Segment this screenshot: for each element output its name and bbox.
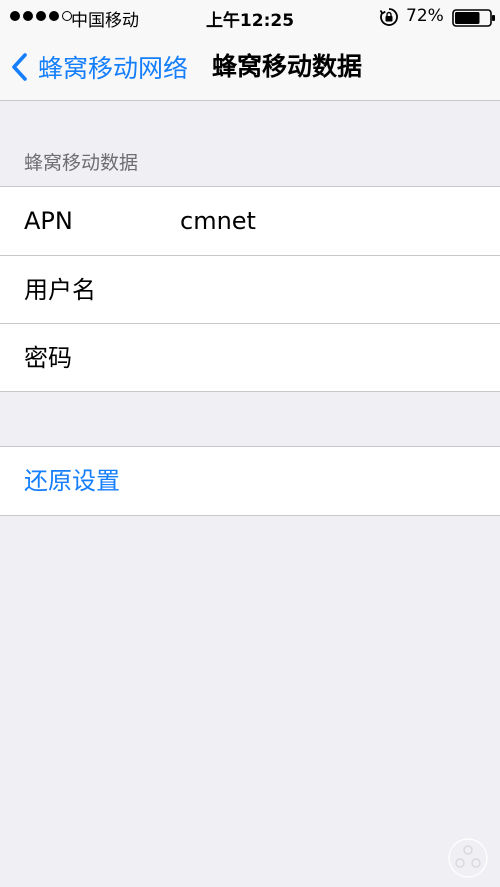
watermark-logo-icon bbox=[448, 838, 488, 878]
cellular-data-settings-group: APN cmnet 用户名 密码 bbox=[0, 186, 500, 392]
password-field[interactable] bbox=[180, 338, 480, 378]
reset-settings-group: 还原设置 bbox=[0, 446, 500, 516]
apn-row[interactable]: APN cmnet bbox=[0, 187, 500, 255]
password-label: 密码 bbox=[24, 344, 72, 372]
apn-field[interactable]: cmnet bbox=[180, 187, 256, 255]
battery-icon bbox=[452, 9, 495, 27]
navigation-bar: 蜂窝移动网络 蜂窝移动数据 bbox=[0, 34, 500, 101]
back-button[interactable]: 蜂窝移动网络 bbox=[10, 34, 188, 100]
username-row[interactable]: 用户名 bbox=[0, 255, 500, 323]
battery-percent: 72% bbox=[406, 6, 444, 26]
section-header: 蜂窝移动数据 bbox=[24, 152, 139, 174]
status-bar: 中国移动 上午12:25 72% bbox=[0, 0, 500, 34]
rotation-lock-icon bbox=[379, 8, 398, 26]
reset-settings-label: 还原设置 bbox=[24, 467, 120, 495]
page-title: 蜂窝移动数据 bbox=[212, 52, 363, 81]
back-button-label: 蜂窝移动网络 bbox=[38, 54, 189, 83]
password-row[interactable]: 密码 bbox=[0, 323, 500, 391]
reset-settings-button[interactable]: 还原设置 bbox=[0, 447, 500, 515]
username-label: 用户名 bbox=[24, 276, 96, 304]
username-field[interactable] bbox=[180, 270, 480, 310]
apn-label: APN bbox=[24, 207, 73, 235]
chevron-left-icon bbox=[12, 53, 27, 81]
